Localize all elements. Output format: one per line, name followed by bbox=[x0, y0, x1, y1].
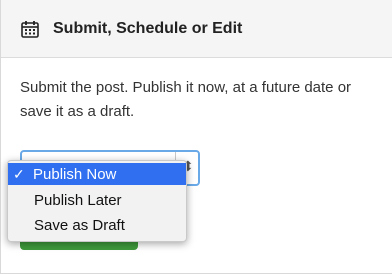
menu-item-publish-later[interactable]: Publish Later bbox=[8, 190, 186, 212]
publish-options-menu: ✓ Publish Now Publish Later Save as Draft bbox=[7, 160, 187, 242]
menu-item-label: Publish Later bbox=[34, 192, 122, 209]
panel-description: Submit the post. Publish it now, at a fu… bbox=[20, 79, 352, 120]
menu-item-label: Publish Now bbox=[33, 166, 117, 183]
calendar-icon bbox=[21, 21, 39, 38]
checkmark-icon: ✓ bbox=[13, 166, 25, 182]
panel-header: Submit, Schedule or Edit bbox=[1, 0, 392, 58]
menu-item-save-as-draft[interactable]: Save as Draft bbox=[8, 215, 186, 237]
panel-title: Submit, Schedule or Edit bbox=[53, 20, 243, 37]
menu-item-publish-now[interactable]: ✓ Publish Now bbox=[8, 163, 186, 185]
submit-panel: Submit, Schedule or Edit Submit the post… bbox=[0, 0, 392, 274]
menu-item-label: Save as Draft bbox=[34, 217, 125, 234]
